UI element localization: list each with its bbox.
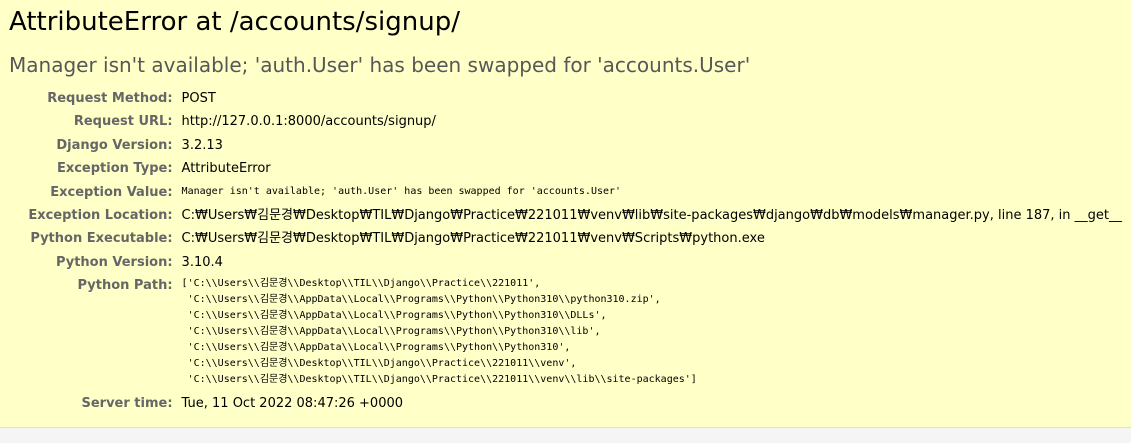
- meta-label: Exception Location:: [28, 208, 173, 224]
- meta-value: ['C:\\Users\\김문경\\Desktop\\TIL\\Django\\…: [182, 274, 1122, 392]
- python-path-entry: 'C:\\Users\\김문경\\AppData\\Local\\Program…: [181, 294, 661, 306]
- python-path-entry: 'C:\\Users\\김문경\\AppData\\Local\\Program…: [181, 342, 571, 354]
- meta-value: C:₩Users₩김문경₩Desktop₩TIL₩Django₩Practice…: [181, 208, 1122, 224]
- meta-value: 3.10.4: [181, 254, 223, 270]
- meta-value: C:₩Users₩김문경₩Desktop₩TIL₩Django₩Practice…: [181, 231, 765, 247]
- meta-value: http://127.0.0.1:8000/accounts/signup/: [181, 114, 436, 130]
- meta-row-request-url: Request URL: http://127.0.0.1:8000/accou…: [9, 110, 1122, 133]
- meta-label: Python Executable:: [30, 231, 173, 247]
- exception-value-heading: Manager isn't available; 'auth.User' has…: [9, 53, 751, 77]
- meta-row-server-time: Server time: Tue, 11 Oct 2022 08:47:26 +…: [9, 392, 1122, 415]
- meta-row-exception-type: Exception Type: AttributeError: [9, 157, 1122, 180]
- python-path-entry: 'C:\\Users\\김문경\\Desktop\\TIL\\Django\\P…: [181, 374, 697, 386]
- python-path-entry: 'C:\\Users\\김문경\\Desktop\\TIL\\Django\\P…: [181, 358, 577, 370]
- python-path-entry: ['C:\\Users\\김문경\\Desktop\\TIL\\Django\\…: [181, 278, 541, 290]
- meta-row-django-version: Django Version: 3.2.13: [9, 134, 1122, 157]
- python-path-entry: 'C:\\Users\\김문경\\AppData\\Local\\Program…: [181, 310, 607, 322]
- meta-label: Python Version:: [55, 254, 173, 270]
- meta-row-request-method: Request Method: POST: [9, 87, 1122, 110]
- meta-row-python-path: Python Path: ['C:\\Users\\김문경\\Desktop\\…: [9, 274, 1122, 392]
- meta-row-python-version: Python Version: 3.10.4: [9, 251, 1122, 274]
- meta-label: Server time:: [81, 396, 173, 412]
- meta-label: Request Method:: [47, 91, 173, 106]
- error-summary: AttributeError at /accounts/signup/ Mana…: [0, 0, 1131, 428]
- python-path-entry: 'C:\\Users\\김문경\\AppData\\Local\\Program…: [181, 326, 601, 338]
- meta-label: Django Version:: [56, 137, 173, 153]
- meta-row-python-executable: Python Executable: C:₩Users₩김문경₩Desktop₩…: [9, 227, 1122, 250]
- error-title: AttributeError at /accounts/signup/: [9, 7, 460, 37]
- meta-label: Exception Type:: [56, 161, 173, 177]
- meta-value: POST: [181, 91, 216, 106]
- meta-value: 3.2.13: [181, 137, 223, 153]
- meta-label: Python Path:: [77, 278, 173, 294]
- meta-value: Tue, 11 Oct 2022 08:47:26 +0000: [181, 396, 404, 412]
- meta-label: Exception Value:: [50, 184, 173, 200]
- python-path-list: ['C:\\Users\\김문경\\Desktop\\TIL\\Django\\…: [182, 274, 1122, 392]
- meta-value: Manager isn't available; 'auth.User' has…: [181, 185, 622, 197]
- request-meta-table: Request Method: POST Request URL: http:/…: [9, 87, 1122, 416]
- meta-label: Request URL:: [73, 114, 173, 130]
- meta-row-exception-value: Exception Value: Manager isn't available…: [9, 181, 1122, 204]
- meta-value: AttributeError: [181, 161, 271, 177]
- meta-row-exception-location: Exception Location: C:₩Users₩김문경₩Desktop…: [9, 204, 1122, 227]
